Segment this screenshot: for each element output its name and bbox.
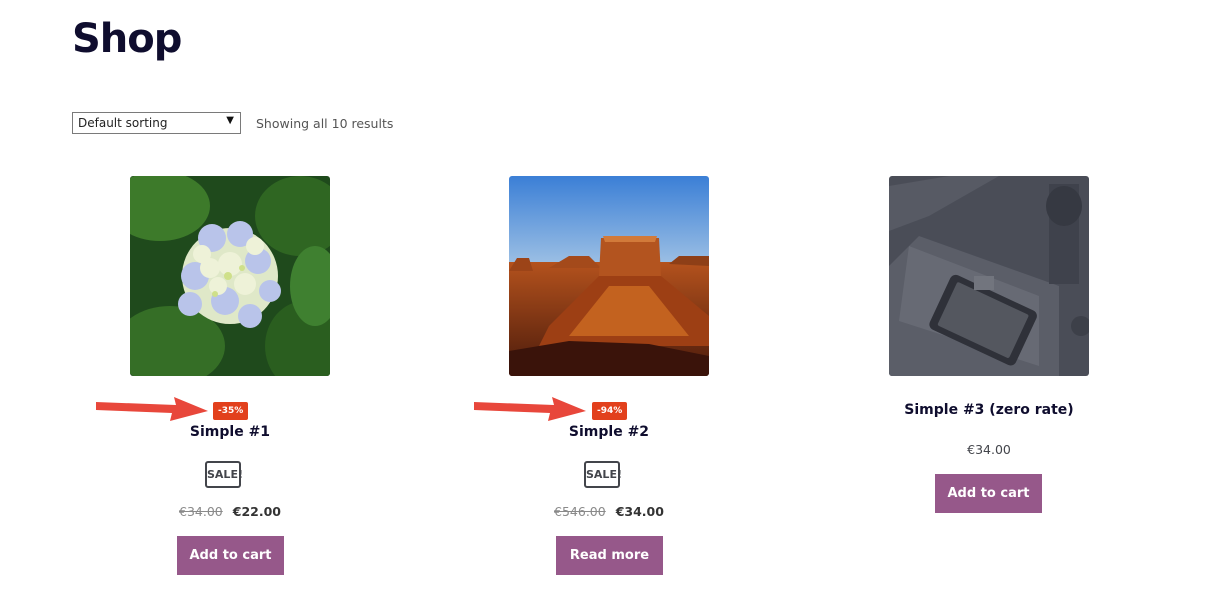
page-title: Shop bbox=[72, 16, 182, 62]
sale-price: €22.00 bbox=[232, 504, 281, 519]
discount-badge: -35% bbox=[213, 402, 249, 420]
discount-badge: -94% bbox=[592, 402, 628, 420]
sorting-select-value: Default sorting bbox=[78, 116, 168, 130]
sorting-select[interactable]: Default sorting ▼ bbox=[72, 112, 241, 134]
sale-badge: SALE! bbox=[205, 461, 243, 488]
add-to-cart-button[interactable]: Add to cart bbox=[177, 536, 284, 575]
product-title[interactable]: Simple #1 bbox=[100, 424, 360, 440]
sale-price: €34.00 bbox=[615, 504, 664, 519]
result-count: Showing all 10 results bbox=[256, 116, 394, 131]
product-title[interactable]: Simple #2 bbox=[479, 424, 739, 440]
red-arrow-icon bbox=[474, 397, 586, 421]
product-price: €546.00 €34.00 bbox=[479, 504, 739, 519]
product-price: €34.00 bbox=[967, 442, 1011, 457]
product-image[interactable] bbox=[889, 176, 1089, 376]
dropdown-caret-icon: ▼ bbox=[226, 115, 234, 126]
add-to-cart-button[interactable]: Add to cart bbox=[935, 474, 1042, 513]
product-image[interactable] bbox=[509, 176, 709, 376]
regular-price: €34.00 bbox=[179, 504, 223, 519]
read-more-button[interactable]: Read more bbox=[556, 536, 663, 575]
sale-badge: SALE! bbox=[584, 461, 622, 488]
product-image[interactable] bbox=[130, 176, 330, 376]
product-title[interactable]: Simple #3 (zero rate) bbox=[859, 402, 1119, 418]
regular-price: €546.00 bbox=[554, 504, 606, 519]
red-arrow-icon bbox=[96, 397, 208, 421]
product-price: €34.00 €22.00 bbox=[100, 504, 360, 519]
